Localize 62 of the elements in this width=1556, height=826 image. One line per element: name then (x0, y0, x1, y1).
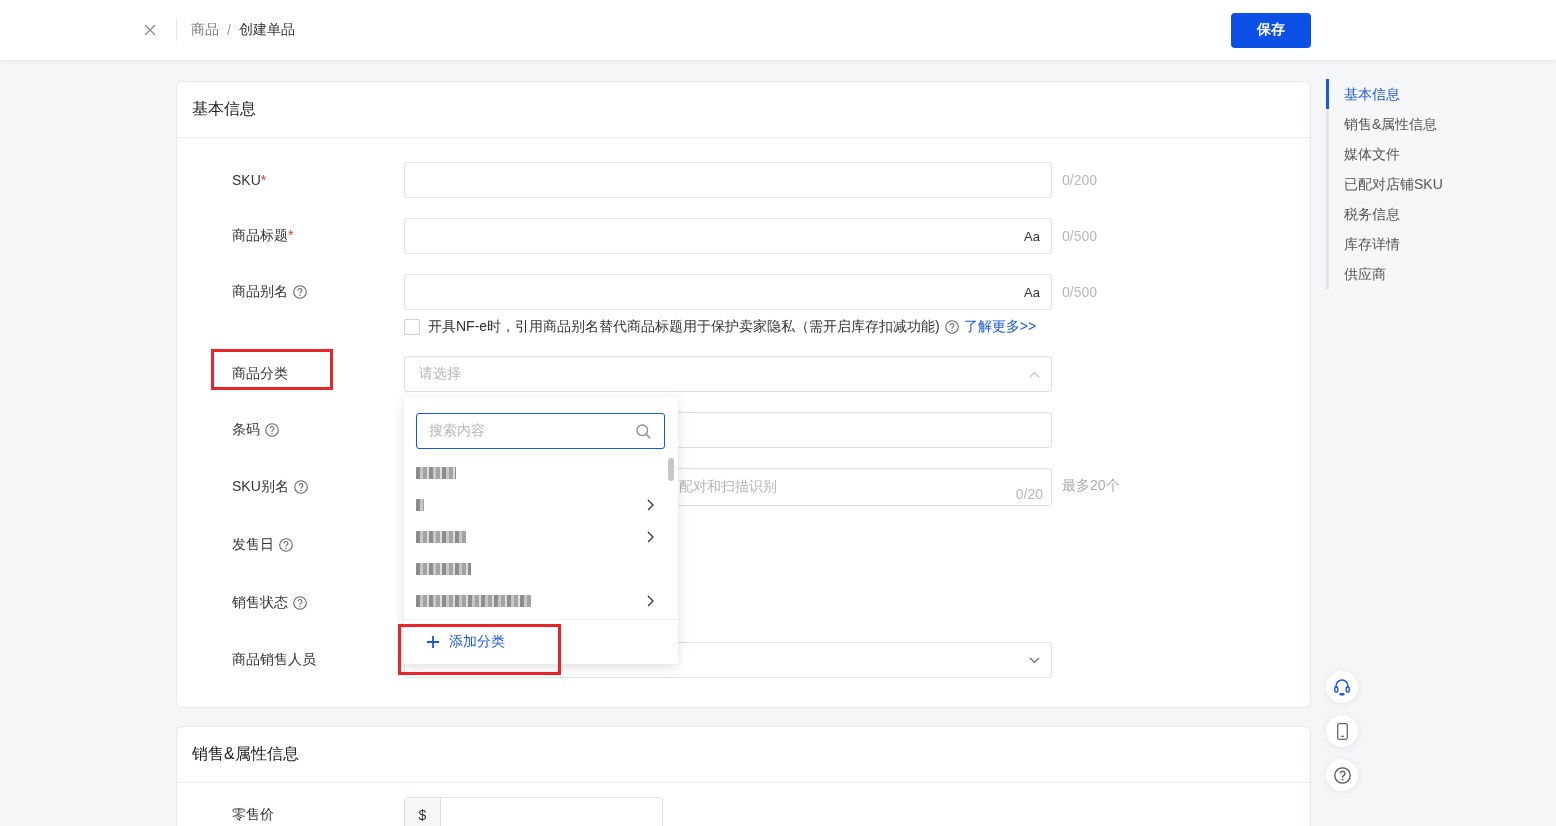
field-label: SKU* (232, 172, 267, 188)
field-label: 商品分类 (232, 365, 288, 383)
text-input[interactable]: Aa (404, 218, 1052, 254)
field-label: 销售状态 (232, 594, 288, 612)
section-nav-link[interactable]: 库存详情 (1329, 229, 1556, 259)
section-title: 销售&属性信息 (192, 744, 299, 764)
save-button[interactable]: 保存 (1231, 12, 1311, 48)
help-icon (1333, 766, 1351, 784)
checkbox[interactable] (404, 319, 420, 335)
phone-icon (1336, 722, 1348, 740)
chevron-down-icon[interactable] (1029, 656, 1040, 664)
headset-icon (1333, 678, 1351, 696)
section-nav-link[interactable]: 税务信息 (1329, 199, 1556, 229)
limit-note: 最多20个 (1062, 477, 1120, 495)
breadcrumb-item: 创建单品 (238, 21, 295, 39)
breadcrumb-separator: / (227, 22, 231, 38)
field-label: SKU别名 (232, 478, 289, 496)
pixelated-text[interactable] (416, 531, 466, 543)
case-toggle[interactable]: Aa (1024, 228, 1040, 244)
search-icon[interactable] (636, 423, 651, 439)
text-input[interactable]: Aa (404, 274, 1052, 310)
field-label: 商品销售人员 (232, 651, 316, 669)
add-category-button[interactable]: 添加分类 (404, 620, 515, 664)
char-counter: 0/500 (1062, 228, 1098, 244)
pixelated-text[interactable] (416, 563, 471, 575)
help-icon[interactable] (279, 538, 293, 552)
case-toggle[interactable]: Aa (1024, 284, 1040, 300)
text-input[interactable] (404, 162, 1052, 198)
plus-icon (427, 636, 439, 648)
char-counter: 0/500 (1062, 284, 1098, 300)
help-icon[interactable] (293, 480, 308, 494)
section-nav-link[interactable]: 基本信息 (1326, 79, 1556, 109)
section-nav-link[interactable]: 供应商 (1329, 259, 1556, 289)
chevron-right-icon[interactable] (647, 499, 654, 511)
breadcrumb-item[interactable]: 商品 (191, 21, 219, 39)
section-nav-link[interactable]: 已配对店铺SKU (1329, 169, 1556, 199)
pixelated-text[interactable] (416, 467, 456, 479)
section-nav-link[interactable]: 媒体文件 (1329, 139, 1556, 169)
chevron-right-icon[interactable] (647, 595, 654, 607)
section-nav-link[interactable]: 销售&属性信息 (1329, 109, 1556, 139)
char-counter: 0/200 (1062, 172, 1098, 188)
help-icon[interactable] (293, 596, 307, 610)
help-button[interactable] (1326, 759, 1358, 791)
field-label: 发售日 (232, 536, 274, 554)
chevron-right-icon[interactable] (647, 531, 654, 543)
section-title: 基本信息 (192, 99, 256, 119)
pixelated-text[interactable] (416, 595, 531, 607)
scrollbar-thumb[interactable] (668, 458, 674, 481)
help-icon[interactable] (265, 423, 279, 437)
learn-more-link[interactable]: 了解更多>> (963, 318, 1037, 336)
price-input[interactable]: $ (404, 797, 663, 826)
char-counter: 0/20 (1015, 486, 1043, 502)
help-icon[interactable] (944, 320, 959, 334)
mobile-button[interactable] (1326, 715, 1358, 747)
field-label: 商品别名 (232, 283, 288, 301)
field-label: 零售价 (232, 806, 274, 824)
close-icon[interactable] (144, 24, 156, 36)
checkbox-label: 开具NF-e时，引用商品别名替代商品标题用于保护卖家隐私（需开启库存扣减功能) (428, 318, 940, 336)
field-label: 商品标题* (232, 227, 294, 245)
field-label: 条码 (232, 421, 260, 439)
support-button[interactable] (1326, 671, 1358, 703)
help-icon[interactable] (293, 285, 307, 299)
